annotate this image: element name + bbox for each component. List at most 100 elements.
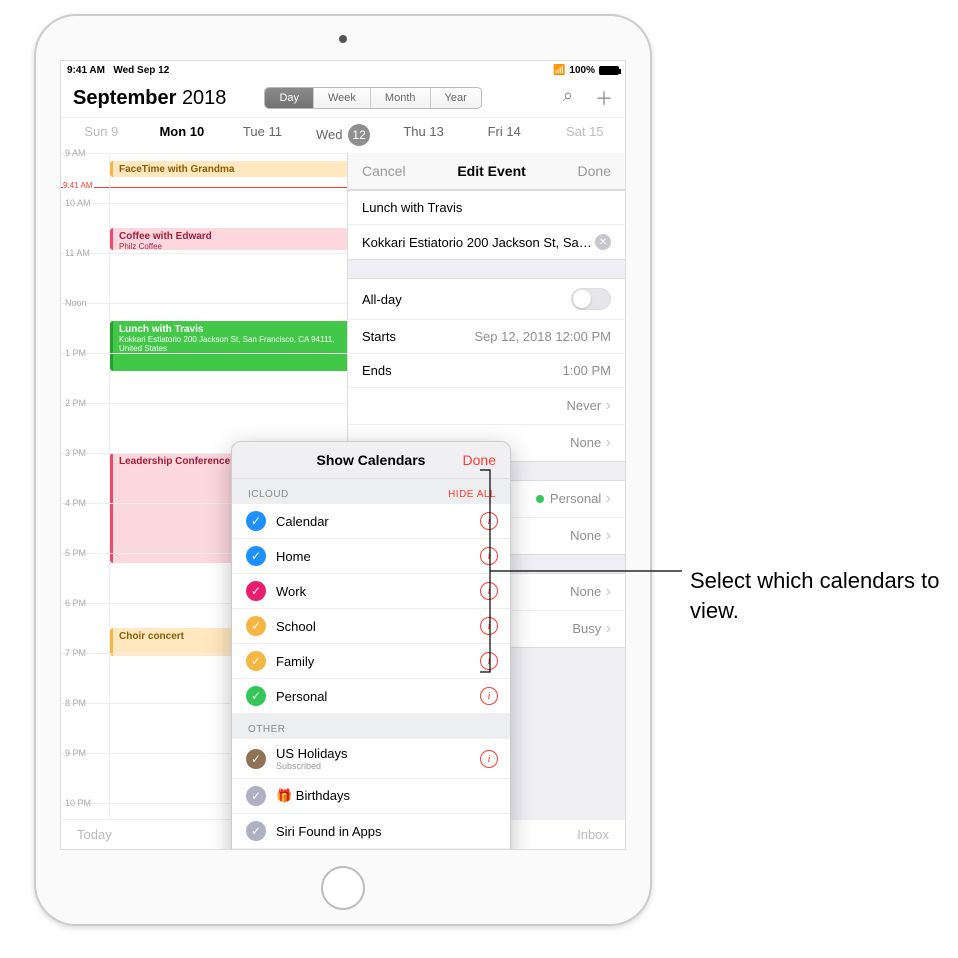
calendar-checkmark-icon[interactable] — [246, 546, 266, 566]
hour-label: 4 PM — [65, 498, 86, 508]
day-row: Sun 9 Mon 10 Tue 11 Wed 12 Thu 13 Fri 14… — [61, 118, 625, 155]
panel-header: Cancel Edit Event Done — [348, 153, 625, 190]
title-month: September — [73, 87, 176, 109]
info-icon[interactable] — [480, 582, 498, 600]
info-icon[interactable] — [480, 652, 498, 670]
starts-row[interactable]: Starts Sep 12, 2018 12:00 PM — [348, 320, 625, 354]
day-wed[interactable]: Wed 12 — [303, 124, 384, 146]
day-sun[interactable]: Sun 9 — [61, 124, 142, 146]
calendar-item[interactable]: US HolidaysSubscribed — [232, 739, 510, 779]
camera-dot — [339, 35, 347, 43]
event-location-field[interactable]: Kokkari Estiatorio 200 Jackson St, San..… — [348, 225, 625, 259]
popover-title: Show Calendars — [317, 452, 426, 468]
info-icon[interactable] — [480, 750, 498, 768]
calendar-name: Calendar — [276, 514, 329, 529]
info-icon[interactable] — [480, 687, 498, 705]
page-title: September 2018 — [73, 87, 226, 110]
day-thu[interactable]: Thu 13 — [383, 124, 464, 146]
hour-label: 9 AM — [65, 148, 86, 158]
seg-week[interactable]: Week — [314, 88, 371, 108]
callout-text: Select which calendars to view. — [690, 566, 940, 625]
battery-icon — [599, 66, 619, 75]
calendar-checkmark-icon[interactable] — [246, 581, 266, 601]
day-mon[interactable]: Mon 10 — [142, 124, 223, 146]
event-title-field[interactable]: Lunch with Travis — [348, 191, 625, 225]
repeat-row[interactable]: Never — [348, 388, 625, 425]
info-icon[interactable] — [480, 547, 498, 565]
hour-label: 10 AM — [65, 198, 91, 208]
calendar-item[interactable]: Calendar — [232, 504, 510, 539]
hour-label: 3 PM — [65, 448, 86, 458]
done-button[interactable]: Done — [578, 163, 611, 179]
wifi-icon — [553, 65, 565, 76]
section-other: OTHER — [232, 714, 510, 739]
calendar-item[interactable]: 🎁 Birthdays — [232, 779, 510, 814]
all-day-switch[interactable] — [571, 288, 611, 310]
calendar-checkmark-icon[interactable] — [246, 686, 266, 706]
seg-year[interactable]: Year — [431, 88, 481, 108]
inbox-button[interactable]: Inbox — [577, 827, 609, 842]
seg-day[interactable]: Day — [265, 88, 314, 108]
hour-label: 5 PM — [65, 548, 86, 558]
popover-done-button[interactable]: Done — [463, 452, 496, 468]
add-icon[interactable]: ＋ — [595, 85, 613, 111]
hour-label: 2 PM — [65, 398, 86, 408]
hour-label: 11 AM — [65, 248, 90, 258]
ends-row[interactable]: Ends 1:00 PM — [348, 354, 625, 388]
popover-header: Show Calendars Done — [232, 442, 510, 479]
calendar-name: School — [276, 619, 316, 634]
home-button[interactable] — [321, 866, 365, 910]
calendar-header: September 2018 Day Week Month Year ⌕ ＋ — [61, 79, 625, 118]
hour-label: Noon — [65, 298, 87, 308]
search-icon[interactable]: ⌕ — [563, 85, 573, 111]
calendar-item[interactable]: Siri Found in Apps — [232, 814, 510, 849]
calendar-name: Family — [276, 654, 314, 669]
info-icon[interactable] — [480, 512, 498, 530]
calendar-checkmark-icon[interactable] — [246, 616, 266, 636]
hour-label: 8 PM — [65, 698, 86, 708]
panel-title: Edit Event — [457, 163, 525, 179]
calendar-name: Home — [276, 549, 311, 564]
calendar-item[interactable]: Work — [232, 574, 510, 609]
calendar-item[interactable]: Home — [232, 539, 510, 574]
calendar-item[interactable]: Personal — [232, 679, 510, 714]
all-day-row[interactable]: All-day — [348, 279, 625, 320]
battery-pct: 100% — [569, 65, 595, 76]
calendar-checkmark-icon[interactable] — [246, 786, 266, 806]
seg-month[interactable]: Month — [371, 88, 431, 108]
calendar-name: US HolidaysSubscribed — [276, 746, 348, 771]
status-bar: 9:41 AM Wed Sep 12 100% — [61, 61, 625, 79]
calendar-checkmark-icon[interactable] — [246, 651, 266, 671]
calendar-item[interactable]: Family — [232, 644, 510, 679]
calendar-item[interactable]: School — [232, 609, 510, 644]
view-segmented-control[interactable]: Day Week Month Year — [264, 87, 481, 109]
hour-label: 6 PM — [65, 598, 86, 608]
status-date: Wed Sep 12 — [113, 65, 169, 76]
hour-label: 7 PM — [65, 648, 86, 658]
day-tue[interactable]: Tue 11 — [222, 124, 303, 146]
hour-label: 10 PM — [65, 798, 91, 808]
calendar-name: 🎁 Birthdays — [276, 788, 350, 804]
section-icloud: ICLOUD HIDE ALL — [232, 479, 510, 504]
status-time: 9:41 AM — [67, 65, 105, 76]
calendar-name: Work — [276, 584, 306, 599]
show-calendars-popover: Show Calendars Done ICLOUD HIDE ALL Cale… — [231, 441, 511, 850]
info-icon[interactable] — [480, 617, 498, 635]
icloud-calendar-list: Calendar Home Work School Family Personal — [232, 504, 510, 714]
screen: 9:41 AM Wed Sep 12 100% September 2018 D… — [60, 60, 626, 850]
calendar-name: Siri Found in Apps — [276, 824, 382, 839]
ipad-frame: 9:41 AM Wed Sep 12 100% September 2018 D… — [34, 14, 652, 926]
clear-location-icon[interactable]: ✕ — [595, 234, 611, 250]
hide-all-icloud-button[interactable]: HIDE ALL — [448, 489, 496, 500]
today-indicator: 12 — [348, 124, 370, 146]
cancel-button[interactable]: Cancel — [362, 163, 406, 179]
calendar-checkmark-icon[interactable] — [246, 511, 266, 531]
title-year: 2018 — [182, 87, 227, 109]
calendar-sub: Subscribed — [276, 761, 348, 771]
calendar-checkmark-icon[interactable] — [246, 821, 266, 841]
calendar-name: Personal — [276, 689, 327, 704]
calendar-checkmark-icon[interactable] — [246, 749, 266, 769]
today-button[interactable]: Today — [77, 827, 112, 842]
day-fri[interactable]: Fri 14 — [464, 124, 545, 146]
day-sat[interactable]: Sat 15 — [544, 124, 625, 146]
